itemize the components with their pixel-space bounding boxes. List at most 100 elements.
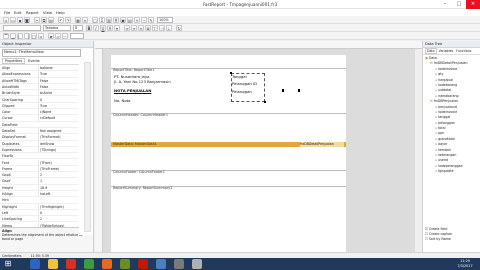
redo-icon[interactable]: ↷	[65, 17, 71, 23]
align-left-icon[interactable]: ≡	[124, 25, 130, 31]
selection-handle[interactable]	[282, 89, 284, 92]
align-right-icon[interactable]: ≡	[138, 25, 144, 31]
chrome-icon[interactable]	[84, 259, 94, 269]
copy-icon[interactable]: ⧉	[41, 17, 47, 23]
xampp-icon[interactable]	[102, 259, 112, 269]
word-icon[interactable]	[156, 259, 166, 269]
frame-left-icon[interactable]: ▏	[17, 33, 23, 39]
clock[interactable]: 11:29 7/3/2017	[452, 259, 478, 269]
maximize-button[interactable]: □	[452, 0, 466, 9]
tree-label: kodeinvoice	[438, 109, 458, 114]
frame-bottom-icon[interactable]: ▁	[10, 33, 16, 39]
tab-variables[interactable]: Variables	[438, 49, 455, 53]
style-combo[interactable]	[3, 25, 41, 31]
frame-color-icon[interactable]: ▱	[55, 33, 61, 39]
valign-center-icon[interactable]: ⊣	[159, 25, 165, 31]
tab-functions[interactable]: Functions	[455, 49, 472, 53]
preview-icon[interactable]: ◙	[24, 17, 30, 23]
media-icon[interactable]	[66, 259, 76, 269]
checkbox-icon[interactable]: ☐	[425, 237, 428, 241]
zoom-in-icon[interactable]: +	[134, 17, 140, 23]
sort-by-name-option[interactable]: ☐ Sort by Name	[425, 237, 480, 242]
data-tree-options: ☑ Create field ☐ Create caption ☐ Sort b…	[423, 227, 480, 242]
variables-icon[interactable]: Σ	[99, 17, 105, 23]
selection-handle[interactable]	[264, 101, 266, 103]
selection-handle[interactable]	[298, 89, 300, 92]
inspector-scrollbar[interactable]	[84, 62, 91, 232]
zoom-out-icon[interactable]: −	[141, 17, 147, 23]
italic-icon[interactable]: I	[93, 25, 99, 31]
nota-memo[interactable]: NOTA PENJUALAN	[114, 88, 151, 93]
menu-file[interactable]: File	[4, 9, 10, 16]
selection-frame[interactable]	[231, 73, 265, 102]
tab-data[interactable]: Data	[425, 48, 437, 54]
delphi-icon[interactable]	[138, 259, 148, 269]
menu-help[interactable]: Help	[56, 9, 65, 16]
minimize-button[interactable]: –	[438, 0, 452, 9]
frame-style-icon[interactable]: ┄	[62, 33, 68, 39]
tree-label: kodebarang	[438, 82, 458, 87]
report-icon[interactable]: ▤	[127, 17, 133, 23]
align-icon[interactable]: ≡	[82, 17, 88, 23]
tree-label: qty	[438, 72, 444, 77]
object-selector[interactable]: Memo1: TfrxMemoView	[2, 49, 81, 57]
group-icon[interactable]: ▦	[75, 17, 81, 23]
app-icon[interactable]	[120, 259, 130, 269]
address-memo[interactable]: Jl. A. Yani No.123 Banjarmasin	[114, 79, 171, 84]
valign-bottom-icon[interactable]: ⊥	[166, 25, 172, 31]
tab-events[interactable]: Events	[26, 59, 41, 63]
selection-handle[interactable]	[230, 72, 232, 74]
save-icon[interactable]: ▪	[17, 17, 23, 23]
checkbox-icon[interactable]: ☑	[425, 227, 428, 231]
menu-view[interactable]: View	[43, 9, 52, 16]
tree-field[interactable]: ▫ tglupdate	[423, 169, 480, 174]
explorer-icon[interactable]	[48, 259, 58, 269]
zoom-combo[interactable]: 100%	[157, 17, 173, 23]
page-settings-icon[interactable]: ▢	[92, 17, 98, 23]
script-icon[interactable]: ✎	[148, 17, 154, 23]
font-name-combo[interactable]: Tahoma	[43, 25, 71, 31]
checkbox-icon[interactable]: ☐	[425, 232, 428, 236]
menu-bar	[0, 9, 480, 16]
frame-top-icon[interactable]: ▔	[3, 33, 9, 39]
new-icon[interactable]: ▫	[3, 17, 9, 23]
grid-icon[interactable]: #	[113, 17, 119, 23]
fit-icon[interactable]: ▣	[120, 17, 126, 23]
open-icon[interactable]: ▭	[10, 17, 16, 23]
tab-properties[interactable]: Properties	[2, 58, 26, 64]
close-button[interactable]: ×	[466, 0, 480, 9]
tree-label: userid	[438, 158, 449, 163]
vertical-ruler	[95, 49, 103, 252]
highlight-icon[interactable]: ▾	[114, 25, 120, 31]
valign-top-icon[interactable]: ⊤	[152, 25, 158, 31]
frame-none-icon[interactable]: ▫	[38, 33, 44, 39]
underline-icon[interactable]: U	[100, 25, 106, 31]
nota-number-memo[interactable]: No. Nota	[114, 98, 131, 103]
menu-edit[interactable]: Edit	[14, 9, 21, 16]
paste-icon[interactable]: ▤	[48, 17, 54, 23]
window-icon[interactable]	[192, 259, 202, 269]
align-justify-icon[interactable]: ≣	[145, 25, 151, 31]
frame-right-icon[interactable]: ▕	[24, 33, 30, 39]
bold-icon[interactable]: B	[86, 25, 92, 31]
fastreport-icon[interactable]	[174, 259, 184, 269]
menu-report[interactable]: Report	[26, 9, 39, 16]
frame-all-icon[interactable]: □	[31, 33, 37, 39]
data-tree: ▣ Data ⊟ frxDBDetailPenjualan ▫ kodeinvoic…	[423, 55, 480, 175]
master-data-band[interactable]	[111, 147, 346, 167]
text-toolbar	[0, 24, 480, 32]
cut-icon[interactable]: ✂	[34, 17, 40, 23]
ie-icon[interactable]	[30, 259, 40, 269]
align-center-icon[interactable]: ≡	[131, 25, 137, 31]
frame-width-combo[interactable]	[70, 33, 84, 39]
canvas-scrollbar[interactable]	[414, 49, 422, 252]
fill-color-icon[interactable]: ▰	[48, 33, 54, 39]
font-color-icon[interactable]: A	[107, 25, 113, 31]
object-inspector-title: Object Inspector	[0, 41, 93, 48]
font-size-combo[interactable]: 8	[73, 25, 83, 31]
tree-label: keterangan	[438, 153, 457, 158]
data-icon[interactable]: ▥	[106, 17, 112, 23]
rotate-icon[interactable]: ↻	[176, 25, 182, 31]
undo-icon[interactable]: ↶	[58, 17, 64, 23]
start-icon[interactable]: ⊞	[3, 259, 13, 269]
